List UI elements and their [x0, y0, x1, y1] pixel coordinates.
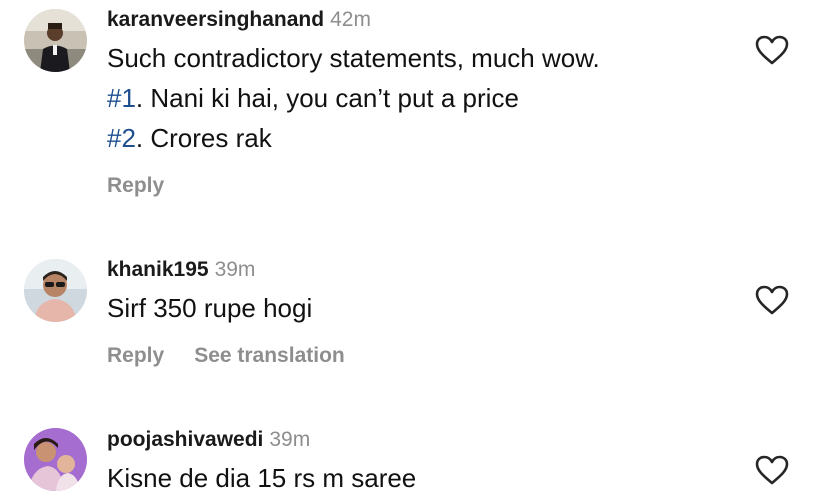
comment-text: Kisne de dia 15 rs m saree	[107, 463, 417, 493]
comment-meta: poojashivawedi 39m	[107, 428, 310, 452]
avatar[interactable]	[24, 428, 87, 491]
heart-outline-icon[interactable]	[754, 454, 790, 486]
username[interactable]: poojashivawedi	[107, 428, 263, 451]
comment-text-line: Kisne de dia 15 rs m saree	[107, 463, 416, 493]
comment-item: poojashivawedi 39m Kisne de dia 15 rs m s…	[0, 0, 828, 495]
avatar-image	[24, 428, 87, 491]
heart-icon-graphic	[755, 455, 789, 485]
timestamp: 39m	[269, 428, 311, 451]
